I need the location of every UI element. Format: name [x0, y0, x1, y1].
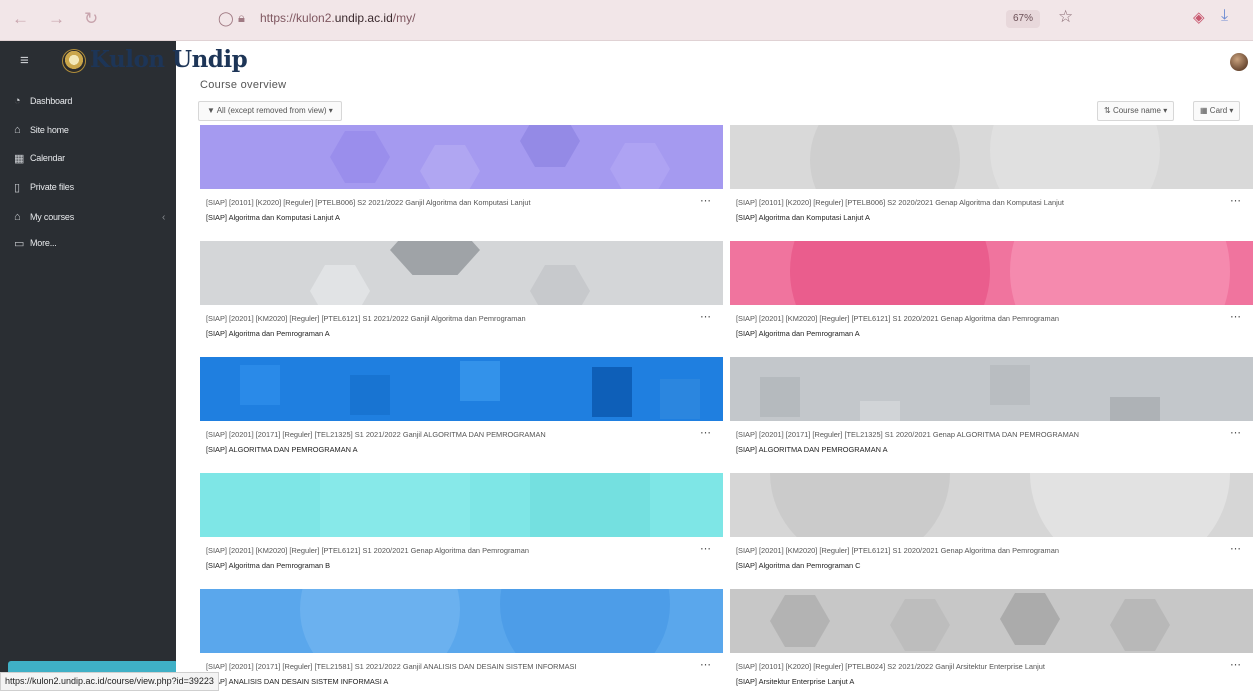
course-image[interactable] [730, 125, 1253, 189]
avatar[interactable] [1230, 53, 1248, 71]
sidebar-item-label: Calendar [30, 153, 65, 163]
sidebar-item-label: Private files [30, 182, 74, 192]
chevron-left-icon: ‹ [162, 211, 166, 223]
course-category: [SIAP] [20201] [KM2020] [Reguler] [PTEL6… [736, 314, 1059, 323]
course-card[interactable]: [SIAP] [20201] [20171] [Reguler] [TEL215… [200, 589, 723, 697]
grid-icon: ▦ [1200, 106, 1208, 115]
graduation-cap-icon: ⌂ [14, 211, 21, 223]
course-card[interactable]: [SIAP] [20201] [KM2020] [Reguler] [PTEL6… [200, 241, 723, 349]
browser-toolbar: ← → ↻ ◯ 🔒︎ https://kulon2.undip.ac.id/my… [0, 0, 1253, 41]
home-icon: ⌂ [14, 124, 21, 136]
course-image[interactable] [730, 589, 1253, 653]
course-image[interactable] [730, 241, 1253, 305]
sidebar-item-label: My courses [30, 212, 75, 222]
site-header: ≡ Kulon Undip [0, 41, 1253, 81]
sidebar-item-private-files[interactable]: ▯ Private files [14, 177, 74, 197]
url-text: https://kulon2.undip.ac.id/my/ [260, 11, 416, 25]
course-name[interactable]: [SIAP] Algoritma dan Komputasi Lanjut A [736, 213, 1226, 222]
more-options-icon[interactable]: ⋯ [1230, 194, 1241, 207]
sort-icon: ⇅ [1104, 106, 1111, 115]
course-category: [SIAP] [20201] [20171] [Reguler] [TEL215… [206, 662, 577, 671]
sidebar-item-my-courses[interactable]: ⌂ My courses ‹ [14, 207, 165, 227]
course-card[interactable]: [SIAP] [20101] [K2020] [Reguler] [PTELB0… [730, 589, 1253, 697]
page-title: Course overview [200, 79, 287, 91]
more-options-icon[interactable]: ⋯ [700, 658, 711, 671]
course-image[interactable] [730, 357, 1253, 421]
chevron-down-icon: ▾ [328, 106, 333, 115]
shield-icon: ◯ [218, 10, 234, 26]
course-image[interactable] [730, 473, 1253, 537]
course-category: [SIAP] [20201] [20171] [Reguler] [TEL213… [206, 430, 546, 439]
more-options-icon[interactable]: ⋯ [1230, 426, 1241, 439]
more-options-icon[interactable]: ⋯ [700, 194, 711, 207]
chevron-down-icon: ▾ [1229, 106, 1234, 115]
dashboard-icon: ◔ [14, 95, 21, 107]
sidebar-item-label: Site home [30, 125, 69, 135]
sidebar-item-label: Dashboard [30, 96, 73, 106]
sidebar-item-label: More... [30, 238, 57, 248]
undip-logo-icon[interactable] [62, 49, 86, 73]
sidebar-nav: ◔ Dashboard ⌂ Site home ▦ Calendar ▯ Pri… [0, 81, 178, 689]
more-options-icon[interactable]: ⋯ [1230, 542, 1241, 555]
course-card[interactable]: [SIAP] [20201] [20171] [Reguler] [TEL213… [730, 357, 1253, 465]
course-card[interactable]: [SIAP] [20101] [K2020] [Reguler] [PTELB0… [730, 125, 1253, 233]
course-image[interactable] [200, 125, 723, 189]
filter-dropdown[interactable]: ▼ All (except removed from view) ▾ [198, 101, 342, 121]
more-options-icon[interactable]: ⋯ [1230, 310, 1241, 323]
course-name[interactable]: [SIAP] ALGORITMA DAN PEMROGRAMAN A [736, 445, 1226, 454]
course-category: [SIAP] [20101] [K2020] [Reguler] [PTELB0… [206, 198, 531, 207]
calendar-icon: ▦ [14, 152, 25, 165]
course-card[interactable]: [SIAP] [20201] [KM2020] [Reguler] [PTEL6… [730, 473, 1253, 581]
sort-dropdown[interactable]: ⇅ Course name ▾ [1097, 101, 1175, 121]
course-image[interactable] [200, 473, 723, 537]
more-options-icon[interactable]: ⋯ [700, 310, 711, 323]
folder-icon: ▭ [14, 237, 25, 250]
course-card[interactable]: [SIAP] [20201] [KM2020] [Reguler] [PTEL6… [200, 473, 723, 581]
course-category: [SIAP] [20101] [K2020] [Reguler] [PTELB0… [736, 198, 1064, 207]
course-category: [SIAP] [20201] [KM2020] [Reguler] [PTEL6… [736, 546, 1059, 555]
back-arrow-icon[interactable]: ← [12, 9, 29, 29]
file-icon: ▯ [14, 181, 20, 194]
bookmark-star-icon[interactable]: ☆ [1058, 7, 1073, 27]
main-content: Course overview ▼ All (except removed fr… [176, 79, 1253, 697]
view-dropdown[interactable]: ▦ Card ▾ [1193, 101, 1241, 121]
course-image[interactable] [200, 241, 723, 305]
more-options-icon[interactable]: ⋯ [700, 542, 711, 555]
course-name[interactable]: [SIAP] Algoritma dan Pemrograman A [736, 329, 1226, 338]
course-name[interactable]: [SIAP] Arsitektur Enterprise Lanjut A [736, 677, 1226, 686]
course-name[interactable]: [SIAP] Algoritma dan Pemrograman B [206, 561, 696, 570]
course-card[interactable]: [SIAP] [20201] [KM2020] [Reguler] [PTEL6… [730, 241, 1253, 349]
zoom-level[interactable]: 67% [1006, 10, 1040, 28]
course-image[interactable] [200, 357, 723, 421]
sidebar-item-site-home[interactable]: ⌂ Site home [14, 120, 69, 140]
forward-arrow-icon[interactable]: → [48, 9, 65, 29]
sidebar-item-dashboard[interactable]: ◔ Dashboard [14, 91, 72, 111]
lock-icon: 🔒︎ [238, 10, 245, 25]
reload-icon[interactable]: ↻ [84, 9, 98, 29]
course-category: [SIAP] [20201] [KM2020] [Reguler] [PTEL6… [206, 314, 526, 323]
course-card[interactable]: [SIAP] [20201] [20171] [Reguler] [TEL213… [200, 357, 723, 465]
brand-title[interactable]: Kulon Undip [90, 46, 248, 73]
course-name[interactable]: [SIAP] Algoritma dan Komputasi Lanjut A [206, 213, 696, 222]
course-category: [SIAP] [20201] [KM2020] [Reguler] [PTEL6… [206, 546, 529, 555]
course-name[interactable]: [SIAP] Algoritma dan Pemrograman C [736, 561, 1226, 570]
download-icon[interactable]: ⤓ [1221, 7, 1228, 25]
hamburger-menu-icon[interactable]: ≡ [20, 52, 29, 69]
more-options-icon[interactable]: ⋯ [700, 426, 711, 439]
course-name[interactable]: [SIAP] Algoritma dan Pemrograman A [206, 329, 696, 338]
sidebar-item-more[interactable]: ▭ More... [14, 233, 57, 253]
pocket-icon[interactable]: ◈ [1193, 8, 1205, 26]
sidebar-item-calendar[interactable]: ▦ Calendar [14, 148, 65, 168]
course-category: [SIAP] [20101] [K2020] [Reguler] [PTELB0… [736, 662, 1045, 671]
course-name[interactable]: [SIAP] ALGORITMA DAN PEMROGRAMAN A [206, 445, 696, 454]
course-name[interactable]: [SIAP] ANALISIS DAN DESAIN SISTEM INFORM… [206, 677, 696, 686]
status-bar-url: https://kulon2.undip.ac.id/course/view.p… [0, 672, 219, 691]
course-card[interactable]: [SIAP] [20101] [K2020] [Reguler] [PTELB0… [200, 125, 723, 233]
filter-icon: ▼ [207, 106, 215, 115]
course-category: [SIAP] [20201] [20171] [Reguler] [TEL213… [736, 430, 1080, 439]
chevron-down-icon: ▾ [1163, 106, 1168, 115]
course-image[interactable] [200, 589, 723, 653]
more-options-icon[interactable]: ⋯ [1230, 658, 1241, 671]
